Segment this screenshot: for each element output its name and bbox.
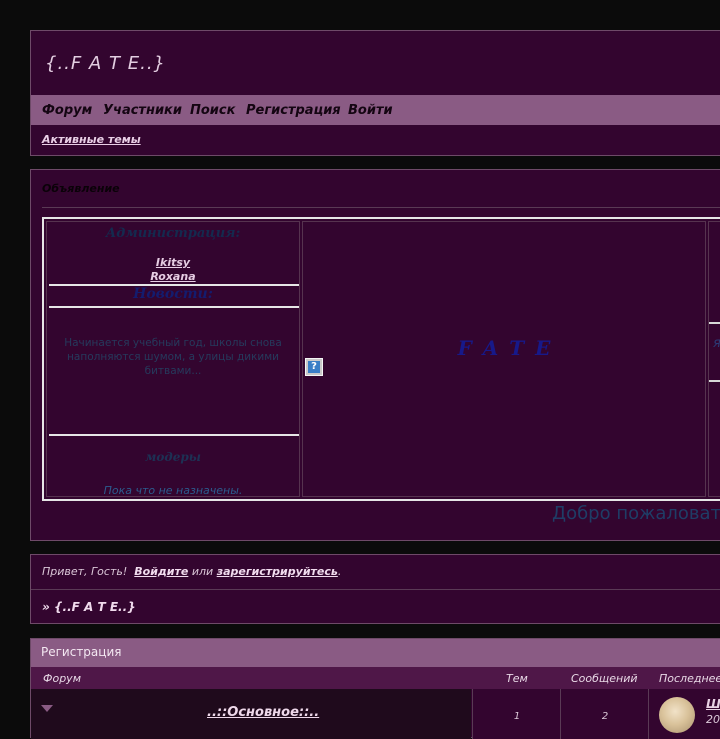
active-topics-link[interactable]: Активные темы (42, 133, 141, 146)
greeting-line: Привет, Гость! Войдите или зарегистрируй… (42, 565, 341, 578)
header-posts: Сообщений (571, 672, 638, 685)
topics-count: 1 (513, 711, 521, 722)
divider (709, 322, 720, 324)
nav-forum-link[interactable]: Форум (42, 103, 92, 118)
center-column: ? F A T E (302, 221, 706, 497)
site-title[interactable]: {..F A T E..} (45, 53, 166, 74)
forum-cell: ..::Основное::.. (31, 689, 471, 739)
login-link[interactable]: Войдите (134, 565, 188, 578)
collapse-arrow-icon[interactable] (41, 705, 53, 712)
greeting-text: Привет, Гость! (42, 565, 128, 578)
news-heading: Новости: (133, 286, 213, 302)
header-panel: {..F A T E..} Форум Участники Поиск Реги… (30, 30, 720, 156)
last-post-link[interactable]: Ш (706, 697, 720, 711)
staff-column: Администрация: Ikitsy Roxana Новости: На… (46, 221, 300, 497)
announcement-panel: Объявление Администрация: Ikitsy Roxana … (30, 169, 720, 541)
category-title: Регистрация (41, 645, 122, 659)
help-icon-glyph: ? (308, 361, 320, 373)
or-text: или (191, 565, 214, 578)
divider (709, 380, 720, 382)
header-topics: Тем (506, 672, 528, 685)
register-link[interactable]: зарегистрируйтесь (217, 565, 338, 578)
announcement-box: Администрация: Ikitsy Roxana Новости: На… (42, 217, 720, 501)
welcome-text: Добро пожаловать (552, 503, 720, 524)
table-row: ..::Основное::.. 1 2 Ш 20 (31, 689, 720, 739)
category-header: Регистрация (31, 639, 720, 667)
admin-link-roxana[interactable]: Roxana (47, 270, 299, 283)
period-text: . (337, 565, 342, 578)
header-forum: Форум (43, 672, 81, 685)
breadcrumb[interactable]: » {..F A T E..} (42, 600, 136, 614)
topics-cell: 1 (472, 689, 561, 739)
divider (49, 434, 299, 436)
news-text: Начинается учебный год, школы снова напо… (64, 337, 282, 377)
admin-link-ikitsy[interactable]: Ikitsy (47, 256, 299, 269)
center-title: F A T E (457, 336, 553, 360)
nav-search-link[interactable]: Поиск (190, 103, 235, 118)
last-post-cell: Ш 20 (648, 689, 720, 739)
right-column: я (708, 221, 720, 497)
divider (42, 207, 720, 208)
avatar[interactable] (659, 697, 695, 733)
right-text-fragment: я (713, 336, 720, 351)
announcement-title: Объявление (42, 182, 120, 195)
posts-count: 2 (601, 711, 609, 722)
divider (49, 306, 299, 308)
admin-heading: Администрация: (105, 226, 241, 241)
nav-register-link[interactable]: Регистрация (246, 103, 341, 118)
column-headers: Форум Тем Сообщений Последнее (31, 667, 720, 689)
divider (31, 589, 720, 590)
help-icon[interactable]: ? (305, 358, 323, 376)
posts-cell: 2 (560, 689, 649, 739)
greeting-panel: Привет, Гость! Войдите или зарегистрируй… (30, 554, 720, 624)
moderators-heading: модеры (145, 450, 201, 464)
forum-link[interactable]: ..::Основное::.. (207, 705, 319, 720)
moderators-text: Пока что не назначены. (103, 484, 243, 497)
main-navbar: Форум Участники Поиск Регистрация Войти (31, 95, 720, 125)
nav-members-link[interactable]: Участники (103, 103, 182, 118)
header-last-post: Последнее (659, 672, 720, 685)
forum-table: Регистрация Форум Тем Сообщений Последне… (30, 638, 720, 739)
nav-login-link[interactable]: Войти (348, 103, 393, 118)
